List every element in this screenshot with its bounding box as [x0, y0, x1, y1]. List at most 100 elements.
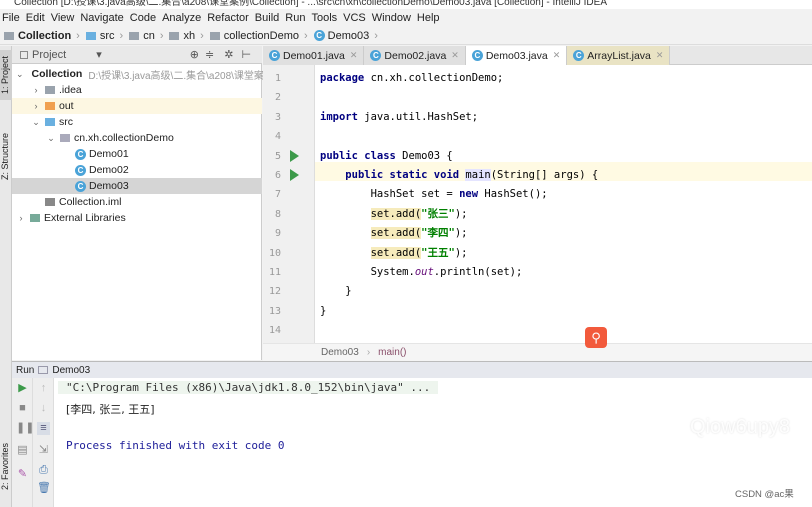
- run-label: Run: [16, 364, 35, 376]
- pin-icon[interactable]: ✎: [16, 468, 29, 481]
- trash-icon[interactable]: 🗑: [37, 482, 51, 495]
- close-icon[interactable]: ✕: [350, 50, 358, 61]
- run-gutter-icon[interactable]: [290, 169, 299, 181]
- nav-crumb[interactable]: xh ›: [169, 29, 204, 42]
- down-icon[interactable]: ↓: [37, 402, 50, 415]
- code-line: }: [320, 282, 352, 301]
- nav-crumb[interactable]: C Demo03 ›: [313, 29, 378, 42]
- menu-tools[interactable]: Tools: [309, 12, 341, 24]
- code-line: set.add("李四");: [320, 224, 467, 243]
- code-line: set.add("王五");: [320, 244, 467, 263]
- code-token: set.add(: [370, 227, 422, 240]
- menu-help[interactable]: Help: [415, 12, 444, 24]
- up-icon[interactable]: ↑: [37, 382, 50, 395]
- collapse-icon[interactable]: ≑: [205, 48, 214, 61]
- pause-icon[interactable]: ❚❚: [16, 422, 34, 435]
- tree-item[interactable]: › out: [12, 98, 262, 114]
- chevron-down-icon[interactable]: ⌄: [31, 117, 41, 128]
- search-button[interactable]: ⚲: [585, 327, 607, 348]
- tree-item-label: Collection: [31, 68, 83, 80]
- code-token: java.util.HashSet;: [357, 110, 479, 123]
- tree-item[interactable]: C Demo02: [12, 162, 262, 178]
- tree-item[interactable]: ⌄ cn.xh.collectionDemo: [12, 130, 262, 146]
- tree-item-label: .idea: [59, 84, 82, 96]
- close-icon[interactable]: ✕: [656, 50, 664, 61]
- breadcrumb-class[interactable]: Demo03: [321, 347, 359, 358]
- editor-tab[interactable]: C ArrayList.java ✕: [567, 46, 671, 65]
- favorites-tool-button[interactable]: 2: Favorites: [0, 436, 12, 496]
- menu-code[interactable]: Code: [128, 12, 160, 24]
- code-token: HashSet();: [478, 188, 548, 201]
- tree-item[interactable]: Collection.iml: [12, 194, 262, 210]
- structure-tool-button[interactable]: Z: Structure: [0, 116, 12, 196]
- chevron-down-icon[interactable]: ▾: [96, 48, 102, 61]
- soft-wrap-icon[interactable]: ≡: [37, 422, 50, 435]
- menu-file[interactable]: File: [0, 12, 24, 24]
- navigation-bar: Collection › src › cn › xh › collectionDemo › C Dem…: [0, 27, 812, 45]
- gear-icon[interactable]: ✲: [224, 48, 233, 61]
- print-icon[interactable]: ⎙: [37, 464, 50, 477]
- chevron-right-icon[interactable]: ›: [16, 213, 26, 223]
- console-output[interactable]: "C:\Program Files (x86)\Java\jdk1.8.0_15…: [54, 378, 812, 507]
- nav-crumb[interactable]: src ›: [85, 30, 123, 42]
- close-icon[interactable]: ✕: [451, 50, 459, 61]
- chevron-right-icon: ›: [200, 29, 204, 42]
- tree-item[interactable]: ⌄ Collection D:\授课\3.java高级\二.集合\a208\课堂案例: [12, 66, 274, 82]
- tree-item-label: out: [59, 100, 74, 112]
- menu-build[interactable]: Build: [253, 12, 283, 24]
- line-number: 12: [268, 286, 281, 298]
- menu-edit[interactable]: Edit: [24, 12, 49, 24]
- menu-window[interactable]: Window: [370, 12, 415, 24]
- menu-vcs[interactable]: VCS: [341, 12, 370, 24]
- editor-tab[interactable]: C Demo02.java ✕: [364, 46, 466, 65]
- locate-icon[interactable]: ⊕: [190, 48, 199, 61]
- code-token: );: [454, 227, 468, 240]
- breadcrumb-method[interactable]: main(): [378, 347, 406, 358]
- code-token: }: [320, 285, 352, 298]
- project-tool-button[interactable]: 1: Project: [0, 50, 12, 100]
- run-gutter-icon[interactable]: [290, 149, 299, 162]
- menu-view[interactable]: View: [49, 12, 79, 24]
- tree-item[interactable]: › .idea: [12, 82, 262, 98]
- nav-crumb[interactable]: Collection ›: [4, 30, 80, 42]
- line-number: 3: [274, 111, 281, 123]
- rerun-icon[interactable]: ▶: [16, 382, 29, 395]
- tree-item[interactable]: C Demo03: [12, 178, 262, 194]
- code-token: import: [320, 110, 358, 123]
- chevron-down-icon[interactable]: ⌄: [16, 69, 24, 80]
- console-command: "C:\Program Files (x86)\Java\jdk1.8.0_15…: [58, 381, 438, 394]
- chevron-right-icon[interactable]: ›: [31, 101, 41, 111]
- tree-item[interactable]: › External Libraries: [12, 210, 262, 226]
- hide-icon[interactable]: ⊢: [241, 48, 251, 61]
- chevron-right-icon[interactable]: ›: [31, 85, 41, 95]
- editor-breadcrumb: Demo03 › main(): [263, 343, 812, 361]
- code-token: (String[] args) {: [490, 169, 599, 181]
- nav-crumb[interactable]: collectionDemo ›: [209, 29, 308, 42]
- tree-item[interactable]: C Demo01: [12, 146, 262, 162]
- tab-label: Demo01.java: [283, 49, 345, 62]
- code-token: set.add(: [370, 246, 422, 259]
- layout-icon[interactable]: ▤: [16, 444, 29, 457]
- editor-gutter: 1 2 3 4 5 6 7 8 9 10 11 12 13 14: [263, 65, 315, 343]
- code-token: }: [320, 304, 327, 317]
- project-view-icon: [20, 50, 28, 59]
- run-config-tab[interactable]: Demo03: [52, 365, 90, 376]
- editor-tab[interactable]: C Demo03.java ✕: [465, 46, 568, 65]
- folder-icon: [60, 134, 70, 142]
- chevron-right-icon: ›: [374, 29, 378, 42]
- menu-analyze[interactable]: Analyze: [160, 12, 205, 24]
- scroll-to-end-icon[interactable]: ⇲: [37, 444, 50, 457]
- menu-run[interactable]: Run: [283, 12, 309, 24]
- chevron-right-icon: ›: [303, 29, 308, 42]
- editor-tab[interactable]: C Demo01.java ✕: [263, 46, 365, 65]
- menu-navigate[interactable]: Navigate: [78, 12, 127, 24]
- close-icon[interactable]: ✕: [553, 50, 561, 61]
- tree-item[interactable]: ⌄ src: [12, 114, 262, 130]
- nav-crumb[interactable]: cn ›: [129, 30, 163, 42]
- project-view-selector[interactable]: Project: [32, 49, 66, 61]
- chevron-down-icon[interactable]: ⌄: [46, 133, 56, 144]
- menu-refactor[interactable]: Refactor: [205, 12, 253, 24]
- stop-icon[interactable]: ■: [16, 402, 29, 415]
